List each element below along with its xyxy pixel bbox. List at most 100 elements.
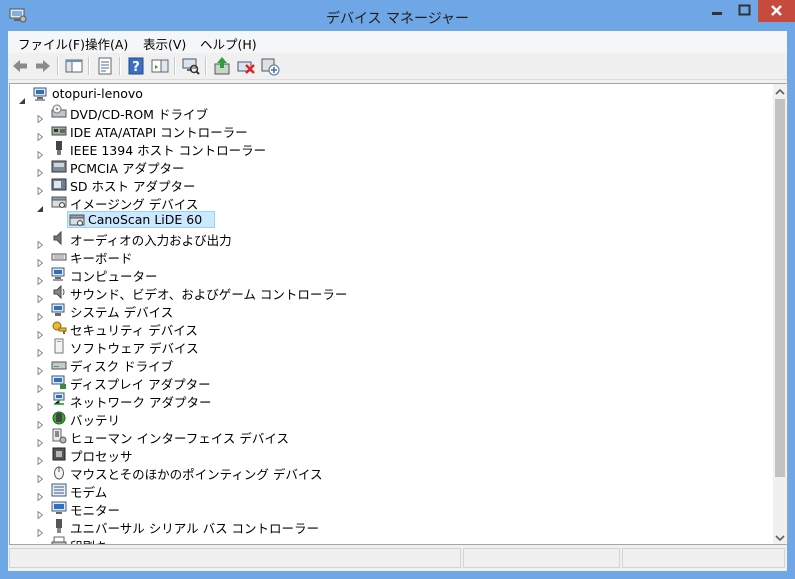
menu-view[interactable]: 表示(V) xyxy=(143,34,186,53)
tree-category[interactable]: セキュリティ デバイス xyxy=(10,319,770,340)
svg-text:?: ? xyxy=(132,60,140,75)
close-button[interactable] xyxy=(758,0,795,22)
tree-root[interactable]: otopuri-lenovo xyxy=(10,85,770,104)
computer-icon xyxy=(33,86,49,102)
vertical-scrollbar[interactable] xyxy=(773,84,787,544)
maximize-button[interactable] xyxy=(731,0,758,21)
device-tree[interactable]: otopuri-lenovo DVD/CD-ROM ドライブ IDE ATA/ATA… xyxy=(9,83,788,545)
help-icon[interactable]: ? xyxy=(126,56,146,76)
collapsed-arrow-icon[interactable] xyxy=(36,234,44,250)
scrollbar-thumb[interactable] xyxy=(775,99,785,477)
tree-category[interactable]: PCMCIA アダプター xyxy=(10,157,770,178)
menu-bar: ファイル(F) 操作(A) 表示(V) ヘルプ(H) xyxy=(8,31,787,53)
collapsed-arrow-icon[interactable] xyxy=(36,144,44,160)
update-driver-icon[interactable] xyxy=(212,56,232,76)
ide-controller-icon xyxy=(51,122,67,138)
scanner-icon xyxy=(69,212,85,228)
collapsed-arrow-icon[interactable] xyxy=(36,180,44,196)
collapsed-arrow-icon[interactable] xyxy=(36,414,44,430)
tree-category[interactable]: ネットワーク アダプター xyxy=(10,391,770,412)
expanded-arrow-icon[interactable] xyxy=(18,90,26,104)
collapsed-arrow-icon[interactable] xyxy=(36,522,44,538)
battery-icon xyxy=(51,410,67,426)
tree-category[interactable]: マウスとそのほかのポインティング デバイス xyxy=(10,463,770,484)
processor-icon xyxy=(51,446,67,462)
collapsed-arrow-icon[interactable] xyxy=(36,306,44,322)
audio-io-icon xyxy=(51,230,67,246)
display-adapter-icon xyxy=(51,374,67,390)
scroll-up-icon[interactable] xyxy=(773,84,787,98)
modem-icon xyxy=(51,482,67,498)
tree-category[interactable]: ディスプレイ アダプター xyxy=(10,373,770,394)
tree-category[interactable]: DVD/CD-ROM ドライブ xyxy=(10,103,770,124)
collapsed-arrow-icon[interactable] xyxy=(36,540,44,544)
menu-action[interactable]: 操作(A) xyxy=(85,34,128,53)
properties-icon[interactable] xyxy=(95,56,115,76)
tree-category[interactable]: 印刷キュー xyxy=(10,535,770,544)
collapsed-arrow-icon[interactable] xyxy=(36,378,44,394)
show-hide-console-tree-icon[interactable] xyxy=(64,56,84,76)
add-legacy-hardware-icon[interactable] xyxy=(260,56,280,76)
collapsed-arrow-icon[interactable] xyxy=(36,252,44,268)
collapsed-arrow-icon[interactable] xyxy=(36,270,44,286)
scan-hardware-icon[interactable] xyxy=(181,56,201,76)
action-pane-icon[interactable] xyxy=(150,56,170,76)
tree-device[interactable]: CanoScan LiDE 60 xyxy=(10,211,770,229)
uninstall-device-icon[interactable] xyxy=(236,56,256,76)
collapsed-arrow-icon[interactable] xyxy=(36,468,44,484)
collapsed-arrow-icon[interactable] xyxy=(36,108,44,124)
collapsed-arrow-icon[interactable] xyxy=(36,162,44,178)
title-bar[interactable]: デバイス マネージャー xyxy=(0,0,795,32)
print-queue-icon xyxy=(51,536,67,544)
collapsed-arrow-icon[interactable] xyxy=(36,360,44,376)
tree-category[interactable]: IDE ATA/ATAPI コントローラー xyxy=(10,121,770,142)
toolbar: ? xyxy=(8,53,787,80)
collapsed-arrow-icon[interactable] xyxy=(36,450,44,466)
tree-category[interactable]: モデム xyxy=(10,481,770,502)
tree-category[interactable]: ソフトウェア デバイス xyxy=(10,337,770,358)
minimize-button[interactable] xyxy=(703,0,731,21)
collapsed-arrow-icon[interactable] xyxy=(36,504,44,520)
tree-category[interactable]: IEEE 1394 ホスト コントローラー xyxy=(10,139,770,160)
tree-category[interactable]: コンピューター xyxy=(10,265,770,286)
software-device-icon xyxy=(51,338,67,354)
status-pane-1 xyxy=(9,548,461,568)
scroll-down-icon[interactable] xyxy=(773,530,787,544)
menu-file[interactable]: ファイル(F) xyxy=(18,34,85,53)
collapsed-arrow-icon[interactable] xyxy=(36,288,44,304)
tree-category[interactable]: モニター xyxy=(10,499,770,520)
tree-item-label: CanoScan LiDE 60 xyxy=(88,212,203,227)
imaging-device-icon xyxy=(51,194,67,210)
network-adapter-icon xyxy=(51,392,67,408)
status-bar xyxy=(8,546,787,571)
system-device-icon xyxy=(51,302,67,318)
tree-category[interactable]: オーディオの入力および出力 xyxy=(10,229,770,250)
sd-host-icon xyxy=(51,176,67,192)
collapsed-arrow-icon[interactable] xyxy=(36,324,44,340)
back-icon[interactable] xyxy=(10,56,30,76)
tree-category[interactable]: キーボード xyxy=(10,247,770,268)
client-area: ファイル(F) 操作(A) 表示(V) ヘルプ(H) ? otopuri-len… xyxy=(8,31,788,571)
tree-item-label: otopuri-lenovo xyxy=(52,86,143,101)
tree-category[interactable]: SD ホスト アダプター xyxy=(10,175,770,196)
tree-category[interactable]: イメージング デバイス xyxy=(10,193,770,212)
collapsed-arrow-icon[interactable] xyxy=(36,342,44,358)
device-manager-window: デバイス マネージャー ファイル(F) 操作(A) 表示(V) ヘルプ(H) ? xyxy=(0,0,795,579)
security-device-icon xyxy=(51,320,67,336)
collapsed-arrow-icon[interactable] xyxy=(36,126,44,142)
tree-category[interactable]: プロセッサ xyxy=(10,445,770,466)
tree-category[interactable]: バッテリ xyxy=(10,409,770,430)
tree-category[interactable]: ユニバーサル シリアル バス コントローラー xyxy=(10,517,770,538)
tree-category[interactable]: システム デバイス xyxy=(10,301,770,322)
forward-icon[interactable] xyxy=(33,56,53,76)
tree-category[interactable]: ディスク ドライブ xyxy=(10,355,770,376)
collapsed-arrow-icon[interactable] xyxy=(36,396,44,412)
menu-help[interactable]: ヘルプ(H) xyxy=(200,34,257,53)
dvd-drive-icon xyxy=(51,104,67,120)
tree-category[interactable]: サウンド、ビデオ、およびゲーム コントローラー xyxy=(10,283,770,304)
tree-category[interactable]: ヒューマン インターフェイス デバイス xyxy=(10,427,770,448)
expanded-arrow-icon[interactable] xyxy=(36,198,44,212)
collapsed-arrow-icon[interactable] xyxy=(36,486,44,502)
collapsed-arrow-icon[interactable] xyxy=(36,432,44,448)
window-title: デバイス マネージャー xyxy=(325,11,470,27)
